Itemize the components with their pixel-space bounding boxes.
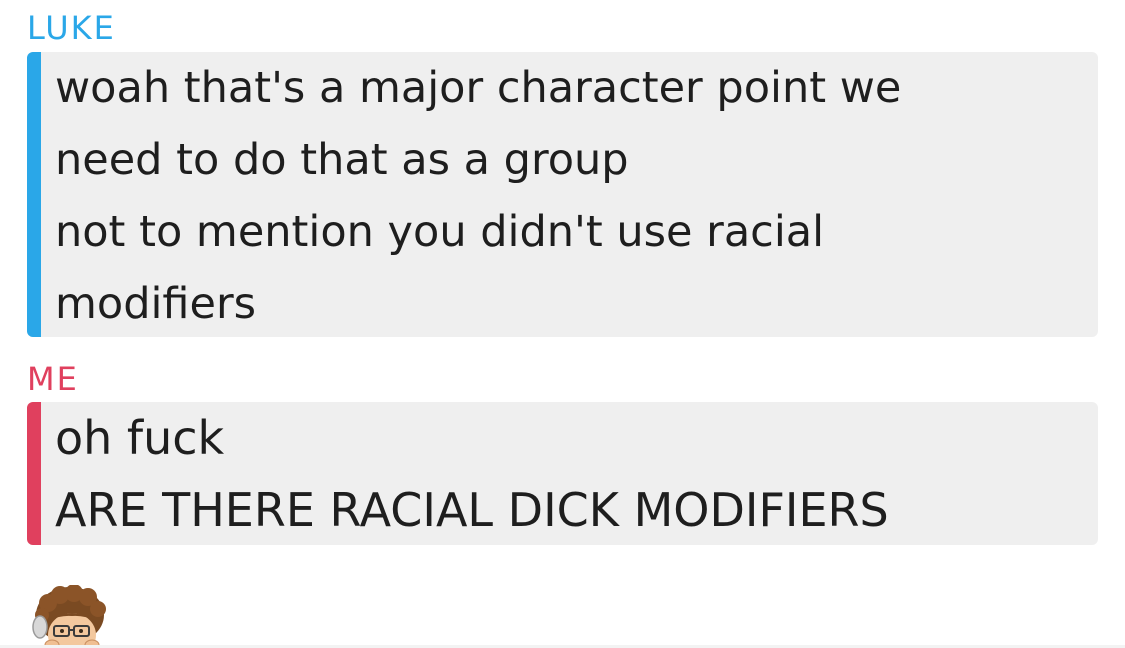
bitmoji-avatar-icon[interactable] [30, 585, 108, 648]
message-bubble-me[interactable]: oh fuck ARE THERE RACIAL DICK MODIFIERS [27, 402, 1098, 545]
sender-color-bar [27, 52, 41, 337]
message-text: oh fuck ARE THERE RACIAL DICK MODIFIERS [55, 402, 1088, 545]
message-line: woah that's a major character point we [55, 63, 902, 113]
message-line: oh fuck [55, 411, 225, 465]
bitmoji-avatar-svg [32, 585, 106, 648]
sender-color-bar [27, 402, 41, 545]
message-text: woah that's a major character point we n… [55, 52, 1088, 337]
message-line: modifiers [55, 279, 257, 329]
sender-label-me: ME [27, 360, 79, 398]
chat-view: LUKE woah that's a major character point… [0, 0, 1125, 648]
message-line: ARE THERE RACIAL DICK MODIFIERS [55, 483, 889, 537]
message-bubble-luke[interactable]: woah that's a major character point we n… [27, 52, 1098, 337]
message-line: not to mention you didn't use racial [55, 207, 825, 257]
message-line: need to do that as a group [55, 135, 629, 185]
sender-label-luke: LUKE [27, 9, 116, 47]
